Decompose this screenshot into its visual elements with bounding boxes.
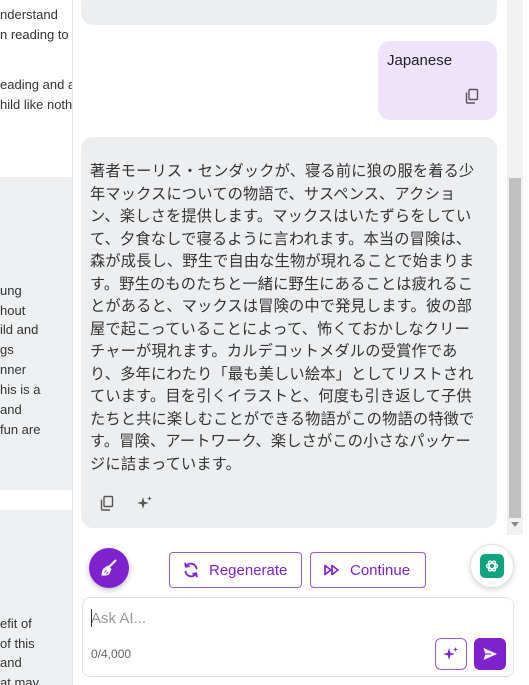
page-text-line: ild and [0, 322, 39, 337]
clear-chat-button[interactable] [89, 548, 129, 588]
app-root: nderstand n reading to eading and a hild… [0, 0, 529, 685]
page-text-line: of this [0, 636, 35, 651]
copy-icon[interactable] [461, 85, 483, 107]
ask-ai-input[interactable] [91, 606, 421, 630]
previous-ai-message [81, 0, 497, 25]
page-text-line: efit of [0, 616, 32, 631]
prompt-suggestions-button[interactable] [435, 638, 467, 670]
ai-message-text: 著者モーリス・センダックが、寝る前に狼の服を着る少年マックスについての物語で、サ… [90, 162, 475, 473]
page-text-line: n reading to [0, 27, 69, 42]
send-button[interactable] [474, 638, 506, 670]
page-text-line: hout [0, 303, 26, 318]
broom-icon [101, 559, 117, 576]
sparkle-icon [443, 647, 458, 660]
send-icon [483, 648, 497, 660]
scroll-down-arrow-icon[interactable] [511, 522, 519, 527]
fast-forward-icon [324, 564, 339, 576]
continue-button[interactable]: Continue [310, 552, 426, 588]
user-message-text: Japanese [387, 52, 453, 69]
user-message: Japanese [378, 41, 497, 120]
chat-scroll-area[interactable]: Japanese 著者モーリス・センダックが、寝る前に狼の服を着る少年マックスに… [73, 0, 506, 535]
page-text-line: ung [0, 283, 22, 298]
page-text-line: at may [0, 675, 40, 685]
character-counter: 0/4,000 [91, 647, 132, 661]
refresh-icon [184, 562, 198, 578]
page-text-line: fun are [0, 422, 41, 437]
chat-scrollbar[interactable] [507, 0, 523, 535]
continue-label: Continue [350, 561, 411, 579]
chatgpt-model-button[interactable] [470, 544, 514, 588]
page-text-line: nderstand [0, 7, 58, 22]
page-text-line: nner [0, 362, 27, 377]
page-text-line: and [0, 655, 22, 670]
ai-message: 著者モーリス・センダックが、寝る前に狼の服を着る少年マックスについての物語で、サ… [81, 137, 497, 528]
regenerate-label: Regenerate [209, 561, 288, 579]
page-text-line: gs [0, 342, 14, 357]
page-text-line: his is a [0, 382, 41, 397]
sparkle-icon[interactable] [134, 492, 156, 514]
page-text-line: hild like noth [0, 97, 73, 112]
copy-icon[interactable] [96, 492, 118, 514]
page-text-line: and [0, 402, 22, 417]
page-text-line: eading and a [0, 77, 73, 92]
chatgpt-logo-icon [480, 554, 504, 578]
ai-chat-panel: Japanese 著者モーリス・センダックが、寝る前に狼の服を着る少年マックスに… [73, 0, 529, 685]
background-page: nderstand n reading to eading and a hild… [0, 0, 73, 685]
prompt-input-box: 0/4,000 [82, 597, 514, 677]
text-caret [91, 609, 92, 627]
regenerate-button[interactable]: Regenerate [169, 552, 302, 588]
scrollbar-thumb[interactable] [509, 178, 521, 518]
